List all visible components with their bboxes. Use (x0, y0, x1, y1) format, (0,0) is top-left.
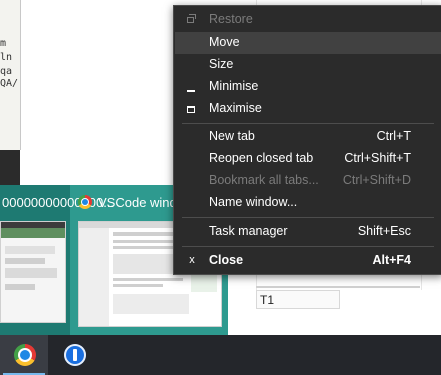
chrome-icon (78, 195, 92, 209)
window-context-menu: Restore Move Size Minimise Maximise New … (173, 5, 441, 275)
background-text: QA/ (0, 78, 19, 89)
menu-separator (182, 246, 434, 247)
menu-item-name-window[interactable]: Name window... (175, 192, 441, 214)
shortcut-label: Ctrl+T (376, 129, 411, 143)
taskbar (0, 335, 441, 375)
shortcut-label: Ctrl+Shift+D (342, 173, 411, 187)
thumbnail-window-1[interactable]: 00000000000000... (0, 185, 114, 335)
menu-item-restore[interactable]: Restore (175, 9, 441, 31)
restore-icon (187, 14, 196, 23)
taskbar-chrome-button[interactable] (0, 335, 48, 375)
background-window-left: m ln qa QA/ (0, 0, 21, 150)
shortcut-label: Ctrl+Shift+T (344, 151, 411, 165)
menu-item-new-tab[interactable]: New tab Ctrl+T (175, 126, 441, 148)
spreadsheet-cell[interactable]: T1 (256, 290, 340, 309)
background-window-strip (0, 150, 20, 190)
thumbnail-preview (0, 221, 66, 323)
document-divider (256, 286, 420, 288)
background-text: ln (0, 52, 13, 63)
menu-separator (182, 217, 434, 218)
menu-item-maximise[interactable]: Maximise (175, 98, 441, 120)
menu-item-move[interactable]: Move (175, 32, 441, 54)
chrome-icon (14, 344, 36, 366)
menu-item-bookmark-all-tabs[interactable]: Bookmark all tabs... Ctrl+Shift+D (175, 170, 441, 192)
close-icon: x (189, 254, 195, 266)
menu-item-minimise[interactable]: Minimise (175, 76, 441, 98)
shortcut-label: Shift+Esc (357, 224, 411, 238)
shortcut-label: Alt+F4 (372, 253, 411, 267)
menu-separator (182, 123, 434, 124)
minimize-icon (187, 90, 195, 92)
maximize-icon (187, 106, 195, 113)
background-text: qa (0, 66, 13, 77)
taskbar-1password-button[interactable] (50, 335, 98, 375)
menu-item-reopen-closed-tab[interactable]: Reopen closed tab Ctrl+Shift+T (175, 148, 441, 170)
background-text: m (0, 38, 7, 49)
menu-item-size[interactable]: Size (175, 54, 441, 76)
menu-item-task-manager[interactable]: Task manager Shift+Esc (175, 221, 441, 243)
menu-item-close[interactable]: x Close Alt+F4 (175, 250, 441, 272)
1password-icon (64, 344, 86, 366)
